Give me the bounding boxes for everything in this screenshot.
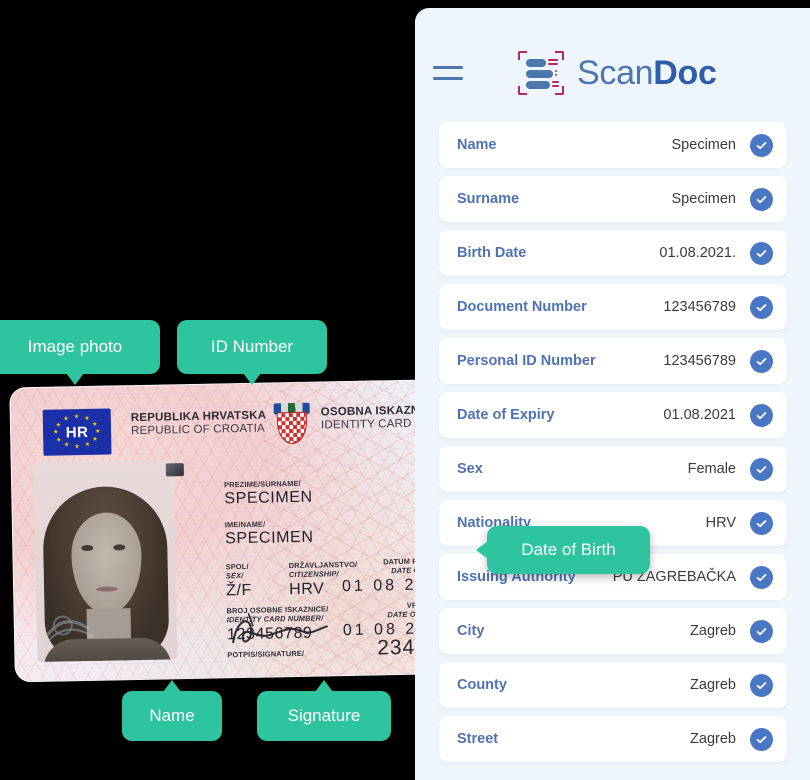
field-label: Birth Date [457, 245, 527, 261]
callout-name-label: Name [149, 706, 195, 725]
brand-logo[interactable]: ScanDoc [517, 50, 717, 96]
sex-value: Ž/F [225, 581, 253, 600]
field-value: Specimen [671, 137, 736, 153]
field-label: Sex [457, 461, 483, 477]
callout-date-of-birth[interactable]: Date of Birth [476, 526, 650, 574]
verified-check-icon[interactable] [750, 349, 773, 373]
field-value: Female [687, 461, 736, 477]
field-row[interactable]: Document Number 123456789 [439, 284, 787, 330]
field-value: 123456789 [663, 299, 736, 315]
hologram-icon [44, 615, 94, 645]
eu-flag-icon: ★ ★ ★ ★ ★ ★ ★ ★ ★ ★ ★ ★ HR [42, 408, 112, 456]
callout-date-of-birth-label: Date of Birth [521, 540, 616, 559]
callout-id-number-label: ID Number [210, 337, 294, 356]
field-value: Zagreb [690, 677, 736, 693]
verified-check-icon[interactable] [750, 457, 773, 481]
field-value: 01.08.2021 [663, 407, 736, 423]
verified-check-icon[interactable] [750, 511, 773, 535]
field-label: City [457, 623, 485, 639]
callout-signature[interactable]: Signature [257, 680, 391, 741]
field-value: 01.08.2021. [659, 245, 736, 261]
field-label: Date of Expiry [457, 407, 555, 423]
sex-key-hr: SPOL/ [225, 561, 249, 572]
field-value: HRV [705, 515, 736, 531]
callout-id-number[interactable]: ID Number [177, 320, 327, 385]
hamburger-menu-icon[interactable] [433, 66, 463, 80]
field-label: Name [457, 137, 497, 153]
verified-check-icon[interactable] [750, 619, 773, 643]
callout-image-photo-label: Image photo [27, 337, 123, 356]
callout-signature-label: Signature [287, 706, 361, 725]
callout-tail-icon [243, 373, 261, 385]
verified-check-icon[interactable] [750, 133, 773, 157]
card-country-title: REPUBLIKA HRVATSKA REPUBLIC OF CROATIA [131, 410, 267, 438]
sex-key-en: SEX/ [225, 571, 244, 581]
id-card: ★ ★ ★ ★ ★ ★ ★ ★ ★ ★ ★ ★ HR REPUBLIKA HRVATSKA REPUB… [9, 378, 477, 683]
verified-check-icon[interactable] [750, 565, 773, 589]
callout-tail-icon [66, 373, 84, 385]
id-card-photo [33, 459, 178, 662]
verified-check-icon[interactable] [750, 295, 773, 319]
name-key: IME/NAME/ [224, 519, 266, 530]
extracted-fields-list: Name Specimen Surname Specimen Birth Date 01.… [439, 122, 787, 770]
callout-tail-icon [163, 680, 181, 692]
field-label: Document Number [457, 299, 587, 315]
field-row[interactable]: Birth Date 01.08.2021. [439, 230, 787, 276]
field-row[interactable]: Personal ID Number 123456789 [439, 338, 787, 384]
panel-header: ScanDoc [415, 8, 810, 118]
signature-scribble [232, 613, 328, 644]
verified-check-icon[interactable] [750, 727, 773, 751]
callout-tail-icon [476, 541, 488, 559]
field-value: 123456789 [663, 353, 736, 369]
flag-country-code: HR [65, 423, 89, 441]
field-row[interactable]: Surname Specimen [439, 176, 787, 222]
surname-value: SPECIMEN [224, 489, 313, 508]
callout-tail-icon [315, 680, 333, 692]
field-row[interactable]: Sex Female [439, 446, 787, 492]
verified-check-icon[interactable] [750, 673, 773, 697]
verified-check-icon[interactable] [750, 187, 773, 211]
field-label: County [457, 677, 507, 693]
field-value: Specimen [671, 191, 736, 207]
field-row[interactable]: Street Zagreb [439, 716, 787, 762]
scandoc-result-panel: ScanDoc Name Specimen Surname Specimen Birth… [415, 8, 810, 780]
croatia-coat-of-arms-icon [273, 401, 311, 446]
field-label: Street [457, 731, 499, 747]
field-row[interactable]: Date of Expiry 01.08.2021 [439, 392, 787, 438]
field-label: Personal ID Number [457, 353, 596, 369]
field-row[interactable]: Name Specimen [439, 122, 787, 168]
card-field-name: IME/NAME/ SPECIMEN [225, 519, 314, 549]
field-label: Surname [457, 191, 520, 207]
field-row[interactable]: City Zagreb [439, 608, 787, 654]
scandoc-logo-icon [517, 50, 565, 96]
callout-name[interactable]: Name [122, 680, 222, 741]
card-field-surname: PREZIME/SURNAME/ SPECIMEN [224, 479, 313, 509]
field-value: Zagreb [690, 623, 736, 639]
brand-title-scan: Scan [577, 54, 654, 92]
screenshot-root: ★ ★ ★ ★ ★ ★ ★ ★ ★ ★ ★ ★ HR REPUBLIKA HRVATSKA REPUB… [0, 0, 810, 780]
verified-check-icon[interactable] [750, 403, 773, 427]
brand-title-doc: Doc [653, 54, 717, 92]
surname-key: PREZIME/SURNAME/ [224, 478, 301, 490]
field-value: Zagreb [690, 731, 736, 747]
card-field-sex: SPOL/ SEX/ Ž/F [226, 562, 253, 600]
card-chip-icon [165, 463, 184, 477]
field-row[interactable]: County Zagreb [439, 662, 787, 708]
country-name-en: REPUBLIC OF CROATIA [130, 422, 266, 438]
verified-check-icon[interactable] [750, 241, 773, 265]
brand-title: ScanDoc [577, 56, 717, 90]
name-value: SPECIMEN [225, 529, 314, 548]
callout-image-photo[interactable]: Image photo [0, 320, 160, 385]
